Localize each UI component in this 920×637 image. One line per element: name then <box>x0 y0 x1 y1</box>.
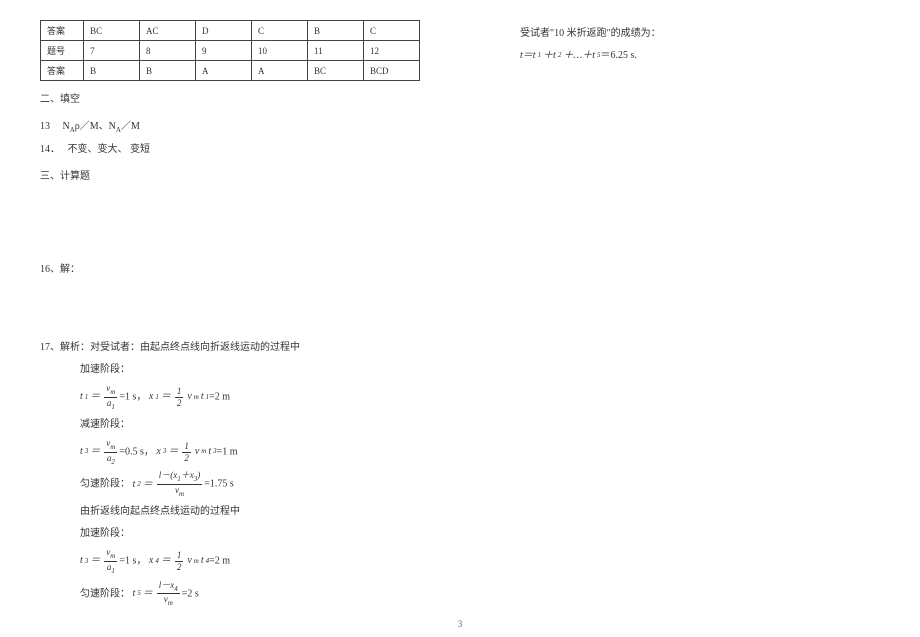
row-label: 答案 <box>41 61 84 81</box>
t1-val: =1 s， <box>119 391 146 402</box>
q17-t3-formula: t3＝vma2=0.5 s， x3＝12vmt3=1 m <box>80 439 440 466</box>
t2-val: =1.75 s <box>204 479 234 490</box>
cell: 7 <box>84 41 140 61</box>
cell: D <box>196 21 252 41</box>
cell: B <box>84 61 140 81</box>
cell: B <box>140 61 196 81</box>
q17-return-label: 由折返线向起点终点线运动的过程中 <box>80 504 440 520</box>
table-row: 答案 B B A A BC BCD <box>41 61 420 81</box>
cell: A <box>196 61 252 81</box>
table-row: 题号 7 8 9 10 11 12 <box>41 41 420 61</box>
cell: C <box>252 21 308 41</box>
section-3-title: 三、计算题 <box>40 168 440 186</box>
cell: B <box>308 21 364 41</box>
q14: 14． 不变、变大、 变短 <box>40 142 440 158</box>
q13: 13 NAρ／M、NA／M <box>40 119 440 136</box>
q14-label: 14． <box>40 144 60 155</box>
uniform2-label: 匀速阶段： <box>80 588 130 599</box>
q17-uniform: 匀速阶段： t2＝l－(x1＋x3)vm=1.75 s <box>80 471 440 498</box>
right-column: 受试者"10 米折返跑"的成绩为： t＝t1＋t2＋…＋t5 ＝6.25 s. <box>520 20 760 613</box>
page-number: 3 <box>458 619 463 629</box>
cell: 10 <box>252 41 308 61</box>
x4-val: =2 m <box>209 555 230 566</box>
cell: A <box>252 61 308 81</box>
cell: BCD <box>363 61 419 81</box>
section-2-title: 二、填空 <box>40 91 440 109</box>
total-val: ＝6.25 s. <box>601 50 637 61</box>
t5-val: =2 s <box>182 588 199 599</box>
x3-val: =1 m <box>217 446 238 457</box>
q14-answer: 不变、变大、 变短 <box>68 144 151 155</box>
cell: 12 <box>363 41 419 61</box>
row-label: 答案 <box>41 21 84 41</box>
cell: 11 <box>308 41 364 61</box>
q17-accel-label: 加速阶段： <box>80 362 440 378</box>
q13-label: 13 <box>40 121 50 132</box>
q17-t3b-formula: t3＝vma1=1 s， x4＝12vmt4=2 m <box>80 548 440 575</box>
q17-t1-formula: t1＝vma1=1 s， x1＝12vmt1=2 m <box>80 384 440 411</box>
q13-answer: NAρ／M、NA／M <box>63 121 140 132</box>
cell: 8 <box>140 41 196 61</box>
cell: 9 <box>196 41 252 61</box>
t3-val: =0.5 s， <box>119 446 154 457</box>
q17-header: 17、解析：对受试者：由起点终点线向折返线运动的过程中 <box>40 340 440 356</box>
right-line1: 受试者"10 米折返跑"的成绩为： <box>520 26 760 42</box>
uniform-label: 匀速阶段： <box>80 479 130 490</box>
x1-val: =2 m <box>209 391 230 402</box>
q17-decel-label: 减速阶段： <box>80 417 440 433</box>
row-label: 题号 <box>41 41 84 61</box>
q17-uniform2: 匀速阶段： t5＝l－x4vm=2 s <box>80 581 440 608</box>
cell: BC <box>308 61 364 81</box>
left-column: 答案 BC AC D C B C 题号 7 8 9 10 11 12 答案 B … <box>40 20 440 613</box>
q17-accel2-label: 加速阶段： <box>80 526 440 542</box>
t3b-val: =1 s， <box>119 555 146 566</box>
right-line2: t＝t1＋t2＋…＋t5 ＝6.25 s. <box>520 48 760 64</box>
cell: BC <box>84 21 140 41</box>
table-row: 答案 BC AC D C B C <box>41 21 420 41</box>
cell: C <box>363 21 419 41</box>
answer-table: 答案 BC AC D C B C 题号 7 8 9 10 11 12 答案 B … <box>40 20 420 81</box>
cell: AC <box>140 21 196 41</box>
q16: 16、解： <box>40 262 440 278</box>
